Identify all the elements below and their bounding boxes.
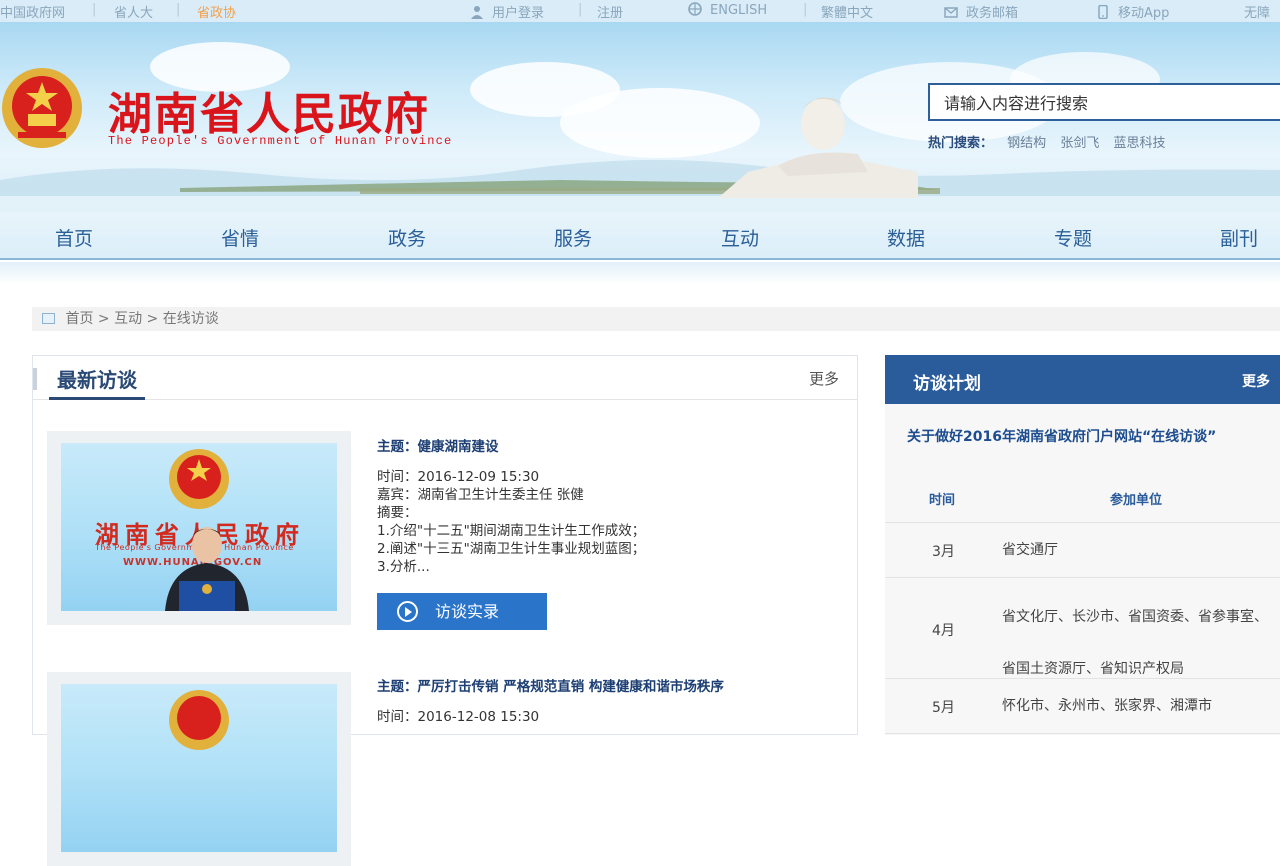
national-emblem-icon xyxy=(2,68,82,148)
panel-accent xyxy=(33,368,37,390)
emblem-icon xyxy=(169,690,229,750)
hot-search-label: 热门搜索： xyxy=(928,136,994,151)
nav-data[interactable]: 数据 xyxy=(887,224,925,251)
row-month: 4月 xyxy=(932,623,955,639)
divider: | xyxy=(92,2,97,17)
interview-thumbnail[interactable]: 湖南省人民政府 The People's Government of Hunan… xyxy=(47,431,351,625)
column-unit: 参加单位 xyxy=(1110,493,1163,508)
traditional-chinese-link[interactable]: 繁體中文 xyxy=(821,2,873,21)
breadcrumb-current: 在线访谈 xyxy=(162,311,219,327)
interview-time: 时间：2016-12-09 15:30 xyxy=(377,469,540,485)
site-title: 湖南省人民政府 xyxy=(108,89,430,140)
interview-photo xyxy=(61,684,337,852)
mail-icon xyxy=(944,7,958,18)
table-row: 5月 怀化市、永州市、张家界、湘潭市 xyxy=(885,680,1280,734)
summary-line: 1.介绍"十二五"期间湖南卫生计生工作成效； xyxy=(377,523,646,539)
plan-notice-link[interactable]: 关于做好2016年湖南省政府门户网站“在线访谈” xyxy=(907,426,1280,446)
panel-header: 访谈计划 更多 xyxy=(885,355,1280,404)
interview-topic[interactable]: 主题：严厉打击传销 严格规范直销 构建健康和谐市场秩序 xyxy=(377,678,724,696)
panel-title: 最新访谈 xyxy=(49,364,145,400)
hot-search: 热门搜索： 钢结构 张剑飞 蓝思科技 xyxy=(928,132,1165,151)
more-link[interactable]: 更多 xyxy=(1242,371,1270,391)
divider: | xyxy=(578,2,583,17)
top-utility-bar: 中国政府网 | 省人大 | 省政协 用户登录 | 注册 ENGLISH | 繁體… xyxy=(0,0,1280,22)
phone-icon xyxy=(1098,5,1108,19)
user-login-link[interactable]: 用户登录 xyxy=(470,2,544,21)
interview-info: 主题：健康湖南建设 时间：2016-12-09 15:30 嘉宾：湖南省卫生计生… xyxy=(377,438,645,576)
row-month: 3月 xyxy=(932,544,955,560)
speaker-figure xyxy=(165,527,249,611)
summary-line: 3.分析... xyxy=(377,559,430,575)
link-cppcc[interactable]: 省政协 xyxy=(197,2,236,21)
interview-thumbnail[interactable] xyxy=(47,672,351,866)
hot-keyword[interactable]: 钢结构 xyxy=(1007,136,1046,151)
nav-supplement[interactable]: 副刊 xyxy=(1220,224,1258,251)
latest-interviews-panel: 最新访谈 更多 湖南省人民政府 The People's Government … xyxy=(32,355,858,866)
interview-photo: 湖南省人民政府 The People's Government of Hunan… xyxy=(61,443,337,611)
interview-summary-label: 摘要： xyxy=(377,505,418,521)
mailbox-label: 政务邮箱 xyxy=(966,6,1019,21)
link-china-gov[interactable]: 中国政府网 xyxy=(0,2,65,21)
user-icon xyxy=(471,6,483,19)
panel-header: 最新访谈 更多 xyxy=(33,356,857,400)
breadcrumb-separator: > xyxy=(146,311,159,327)
nav-interaction[interactable]: 互动 xyxy=(721,224,759,251)
transcript-button[interactable]: 访谈实录 xyxy=(377,593,547,630)
main-nav: 首页 省情 政务 服务 互动 数据 专题 副刊 xyxy=(0,212,1280,260)
more-link[interactable]: 更多 xyxy=(809,368,839,389)
nav-government-affairs[interactable]: 政务 xyxy=(388,224,426,251)
mobile-app-link[interactable]: 移动App xyxy=(1096,2,1169,21)
english-link[interactable]: ENGLISH xyxy=(688,2,767,18)
summary-line: 2.阐述"十三五"湖南卫生计生事业规划蓝图； xyxy=(377,541,646,557)
home-icon xyxy=(42,313,55,324)
table-row: 3月 省交通厅 xyxy=(885,524,1280,578)
row-month: 5月 xyxy=(932,700,955,716)
nav-home[interactable]: 首页 xyxy=(55,224,93,251)
nav-province-info[interactable]: 省情 xyxy=(221,224,259,251)
column-time: 时间 xyxy=(929,493,956,508)
globe-icon xyxy=(688,2,702,16)
mobile-app-label: 移动App xyxy=(1118,6,1170,21)
register-link[interactable]: 注册 xyxy=(597,2,623,21)
breadcrumb-separator: > xyxy=(97,311,110,327)
row-units: 省交通厅 xyxy=(1002,542,1058,558)
header-banner: 湖南省人民政府 The People's Government of Hunan… xyxy=(0,22,1280,212)
table-header: 时间 参加单位 xyxy=(885,475,1280,523)
breadcrumb: 首页 > 互动 > 在线访谈 xyxy=(32,307,1280,331)
divider: | xyxy=(803,2,808,17)
link-provincial-congress[interactable]: 省人大 xyxy=(114,2,153,21)
interview-guest: 嘉宾：湖南省卫生计生委主任 张健 xyxy=(377,487,584,503)
breadcrumb-interaction[interactable]: 互动 xyxy=(114,311,142,327)
nav-topics[interactable]: 专题 xyxy=(1054,224,1092,251)
hot-keyword[interactable]: 张剑飞 xyxy=(1060,136,1099,151)
interview-info: 主题：严厉打击传销 严格规范直销 构建健康和谐市场秩序 时间：2016-12-0… xyxy=(377,678,724,726)
search-input[interactable] xyxy=(928,83,1280,121)
table-row: 4月 省文化厅、长沙市、省国资委、省参事室、省国土资源厅、省知识产权局 xyxy=(885,579,1280,679)
interview-time: 时间：2016-12-08 15:30 xyxy=(377,709,540,725)
hot-keyword[interactable]: 蓝思科技 xyxy=(1113,136,1165,151)
user-login-label: 用户登录 xyxy=(492,6,545,21)
play-icon xyxy=(397,601,418,622)
accessibility-link[interactable]: 无障 xyxy=(1244,2,1270,21)
english-label: ENGLISH xyxy=(710,3,768,18)
panel-title: 访谈计划 xyxy=(913,374,981,394)
divider: | xyxy=(176,2,181,17)
interview-topic[interactable]: 主题：健康湖南建设 xyxy=(377,438,645,456)
emblem-icon xyxy=(169,449,229,509)
gov-mailbox-link[interactable]: 政务邮箱 xyxy=(944,2,1018,21)
site-subtitle: The People's Government of Hunan Provinc… xyxy=(108,134,453,148)
nav-services[interactable]: 服务 xyxy=(554,224,592,251)
statue-image xyxy=(718,97,918,198)
row-units: 怀化市、永州市、张家界、湘潭市 xyxy=(1002,698,1212,714)
breadcrumb-home[interactable]: 首页 xyxy=(65,311,93,327)
transcript-button-label: 访谈实录 xyxy=(435,602,500,621)
interview-plan-panel: 访谈计划 更多 关于做好2016年湖南省政府门户网站“在线访谈” 时间 参加单位… xyxy=(885,355,1280,735)
nav-shadow xyxy=(0,262,1280,284)
